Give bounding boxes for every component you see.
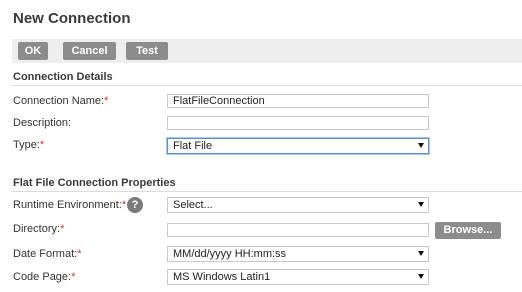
runtime-environment-selected-value: Select... (173, 199, 213, 211)
section-heading-connection-details: Connection Details (13, 71, 113, 83)
question-circle-icon[interactable]: ? (127, 197, 143, 213)
toolbar: OK Cancel Test (12, 39, 522, 63)
connection-name-field[interactable]: FlatFileConnection (167, 94, 429, 108)
section-divider (12, 85, 522, 86)
browse-button[interactable]: Browse... (435, 222, 501, 239)
connection-name-label: Connection Name:* (13, 95, 108, 107)
directory-label: Directory:* (13, 223, 64, 235)
directory-field[interactable] (167, 223, 429, 237)
runtime-environment-select[interactable]: Select... (167, 197, 429, 213)
required-marker: * (39, 139, 45, 151)
required-marker: * (77, 248, 82, 260)
runtime-environment-label-text: Runtime Environment: (13, 199, 122, 211)
type-selected-value: Flat File (173, 140, 213, 152)
description-label: Description: (13, 117, 72, 129)
connection-name-label-text: Connection Name: (13, 95, 105, 107)
section-divider (12, 191, 522, 192)
description-field[interactable] (167, 116, 429, 130)
code-page-label: Code Page:* (13, 271, 75, 283)
code-page-label-text: Code Page: (13, 271, 72, 283)
chevron-down-icon (418, 202, 424, 207)
required-marker: * (104, 95, 109, 107)
type-label: Type:* (13, 139, 44, 151)
directory-label-text: Directory: (13, 223, 61, 235)
date-format-label-text: Date Format: (13, 248, 78, 260)
type-select[interactable]: Flat File (167, 138, 429, 154)
chevron-down-icon (418, 274, 424, 279)
required-marker: * (60, 223, 65, 235)
test-button[interactable]: Test (126, 42, 168, 60)
date-format-selected-value: MM/dd/yyyy HH:mm:ss (173, 248, 287, 260)
code-page-selected-value: MS Windows Latin1 (173, 271, 271, 283)
cancel-button[interactable]: Cancel (63, 42, 116, 60)
date-format-select[interactable]: MM/dd/yyyy HH:mm:ss (167, 246, 429, 262)
chevron-down-icon (418, 143, 424, 148)
page-title: New Connection (13, 10, 131, 27)
runtime-environment-label: Runtime Environment:* (13, 199, 126, 211)
required-marker: * (121, 199, 127, 211)
ok-button[interactable]: OK (18, 42, 48, 60)
date-format-label: Date Format:* (13, 248, 81, 260)
chevron-down-icon (418, 251, 424, 256)
type-label-text: Type: (13, 139, 40, 151)
section-heading-flat-file-properties: Flat File Connection Properties (13, 177, 176, 189)
code-page-select[interactable]: MS Windows Latin1 (167, 269, 429, 285)
required-marker: * (71, 271, 76, 283)
